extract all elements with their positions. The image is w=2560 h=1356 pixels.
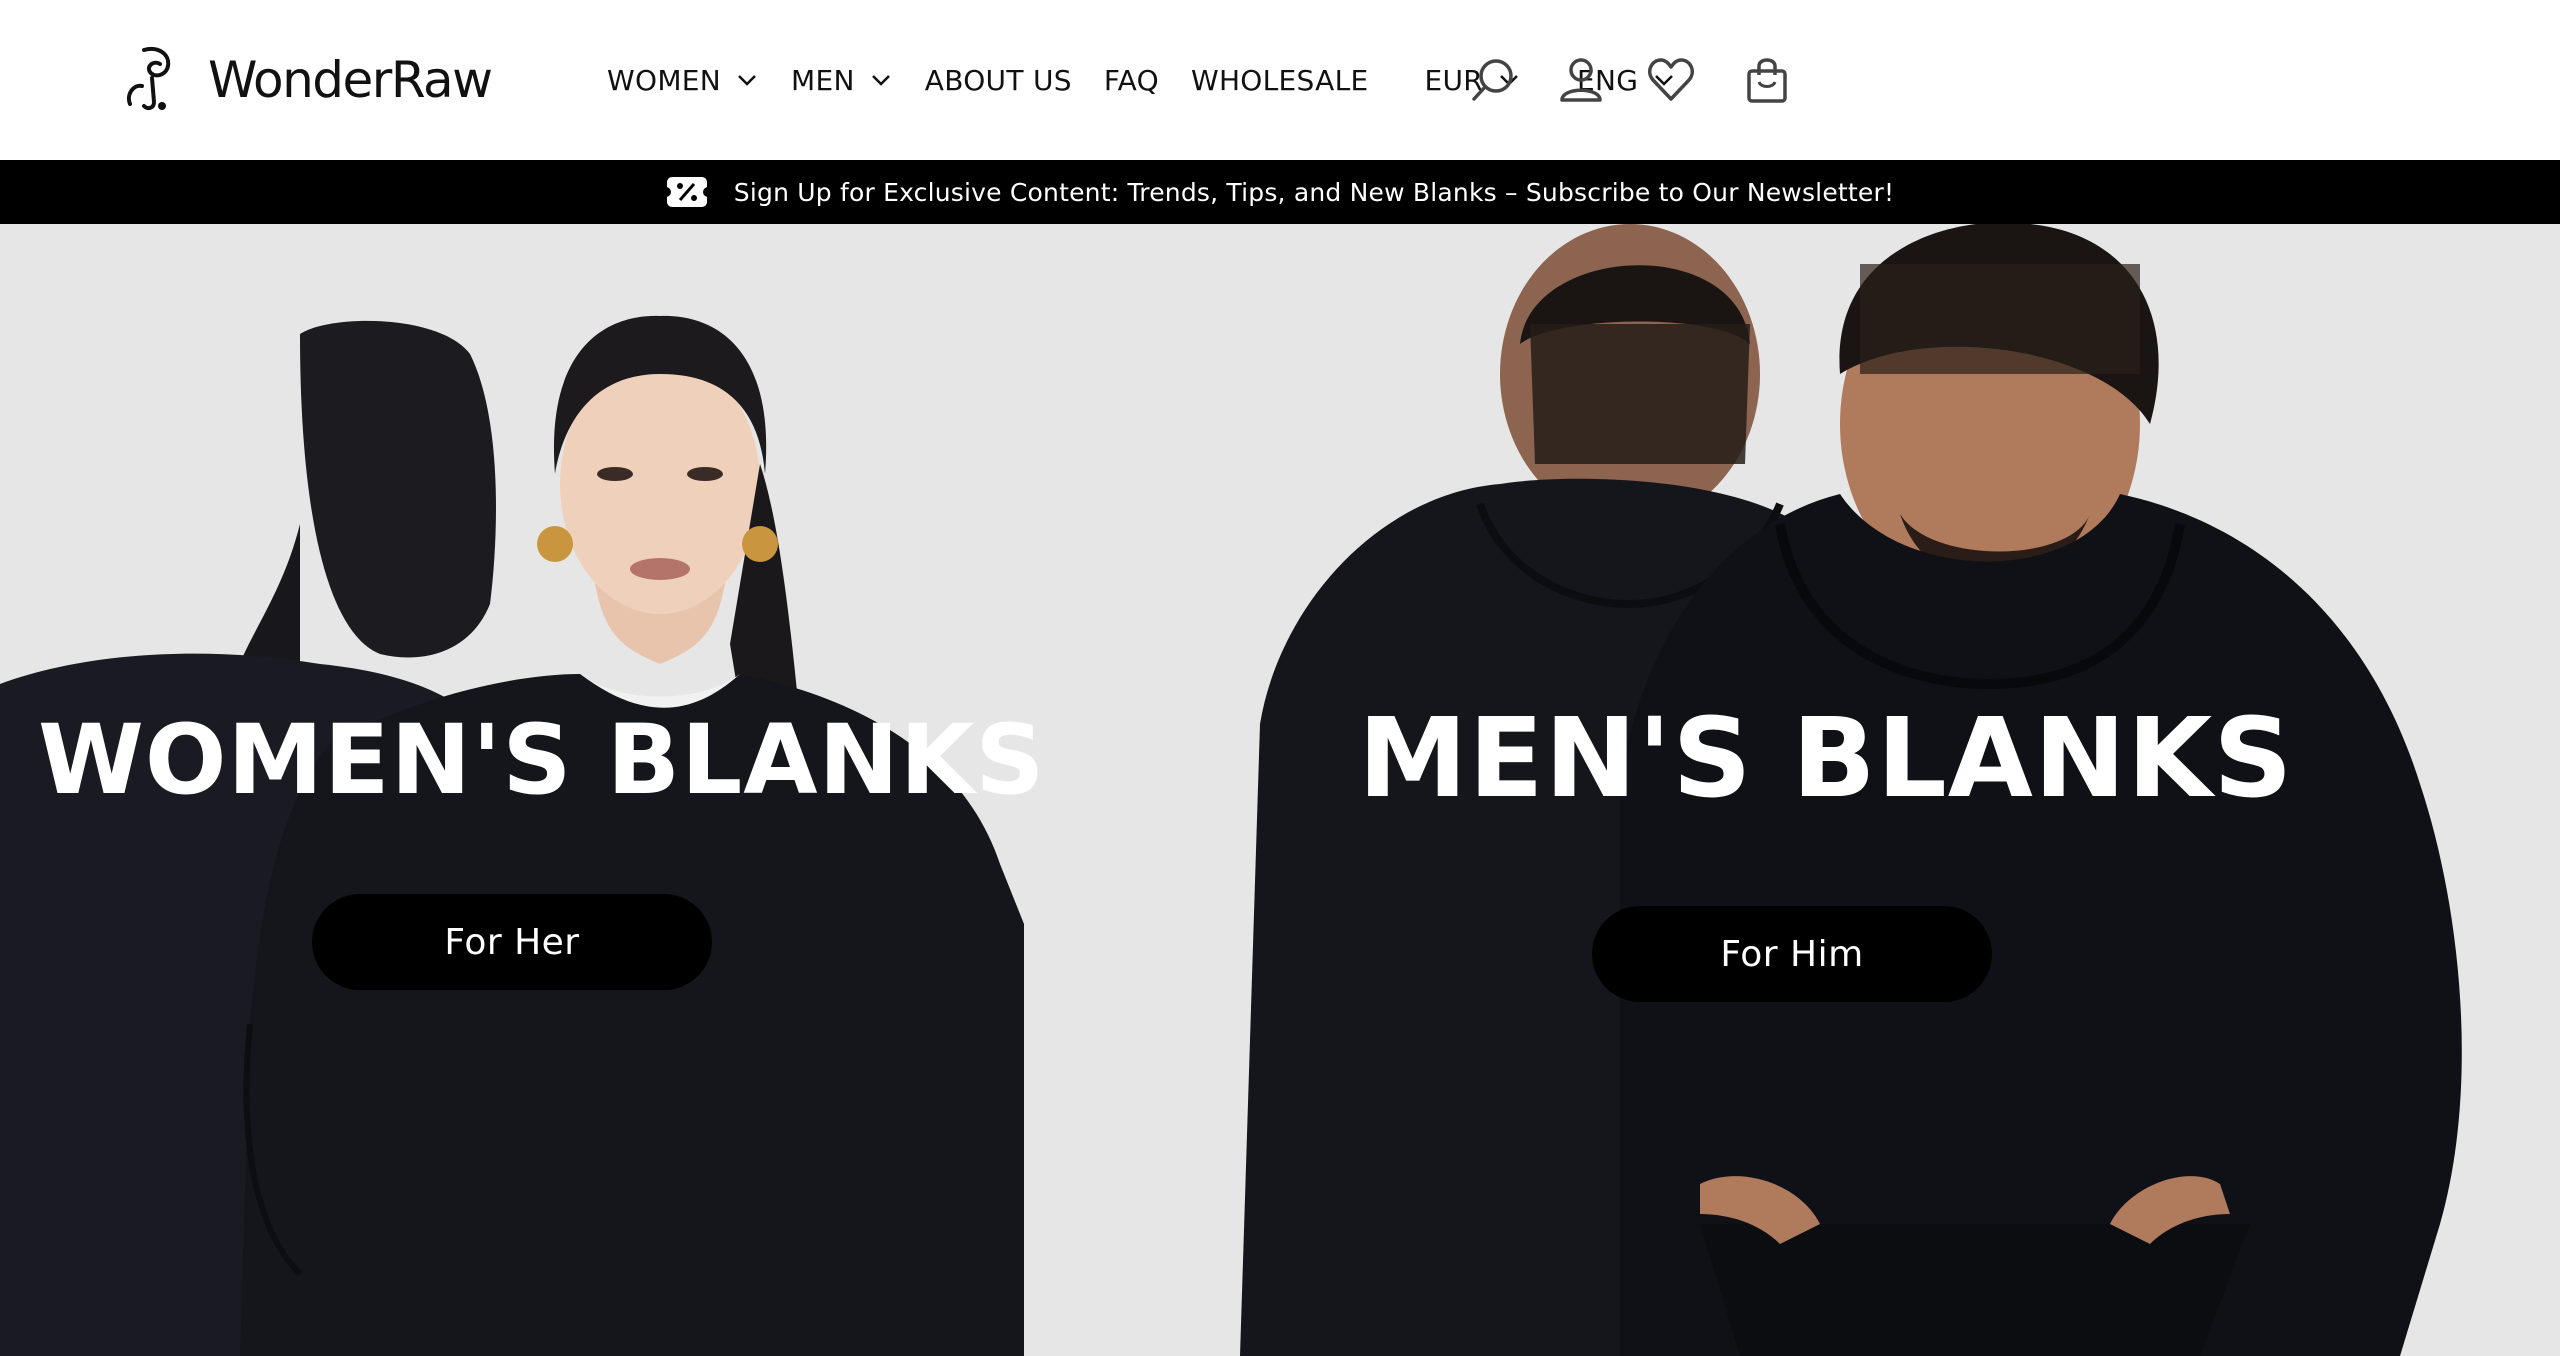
men-blanks-title: MEN'S BLANKS bbox=[1358, 694, 2294, 822]
nav-item-label: WHOLESALE bbox=[1190, 63, 1369, 97]
account-button[interactable] bbox=[1556, 55, 1606, 105]
search-icon bbox=[1472, 59, 1513, 101]
hero-section: WOMEN'S BLANKS For Her MEN'S BLANKS For … bbox=[0, 224, 2560, 1356]
shop-for-him-button[interactable]: For Him bbox=[1592, 906, 1992, 1002]
chevron-down-icon bbox=[738, 75, 756, 86]
announcement-bar: Sign Up for Exclusive Content: Trends, T… bbox=[0, 160, 2560, 224]
logo-icon bbox=[127, 47, 171, 111]
discount-tag-icon bbox=[665, 177, 708, 207]
nav-item-wholesale[interactable]: WHOLESALE bbox=[1191, 64, 1369, 97]
cart-icon bbox=[1747, 58, 1787, 103]
logo-text: WonderRaw bbox=[208, 51, 493, 109]
wishlist-button[interactable] bbox=[1646, 55, 1696, 105]
women-hero-image[interactable]: WOMEN'S BLANKS For Her bbox=[0, 224, 1044, 1356]
logo-link[interactable]: WonderRaw bbox=[124, 44, 493, 116]
site-header: WonderRaw WOMEN MEN ABOUT US FAQ WHOLESA… bbox=[0, 0, 2560, 160]
search-button[interactable] bbox=[1468, 55, 1518, 105]
nav-item-men[interactable]: MEN bbox=[791, 64, 891, 97]
shop-for-her-button[interactable]: For Her bbox=[312, 894, 712, 990]
nav-item-label: ABOUT US bbox=[924, 63, 1072, 97]
nav-item-faq[interactable]: FAQ bbox=[1104, 64, 1159, 97]
cart-button[interactable] bbox=[1742, 55, 1792, 105]
announcement-text: Sign Up for Exclusive Content: Trends, T… bbox=[733, 177, 1895, 207]
nav-item-about-us[interactable]: ABOUT US bbox=[925, 64, 1072, 97]
nav-item-women[interactable]: WOMEN bbox=[607, 64, 757, 97]
nav-item-label: FAQ bbox=[1103, 63, 1159, 97]
wishlist-icon bbox=[1648, 58, 1694, 101]
women-blanks-title: WOMEN'S BLANKS bbox=[38, 704, 1046, 816]
nav-item-label: MEN bbox=[791, 63, 855, 97]
account-icon bbox=[1560, 58, 1602, 102]
nav-item-label: WOMEN bbox=[607, 63, 722, 97]
newsletter-link[interactable]: Sign Up for Exclusive Content: Trends, T… bbox=[665, 175, 1895, 209]
chevron-down-icon bbox=[871, 75, 890, 86]
